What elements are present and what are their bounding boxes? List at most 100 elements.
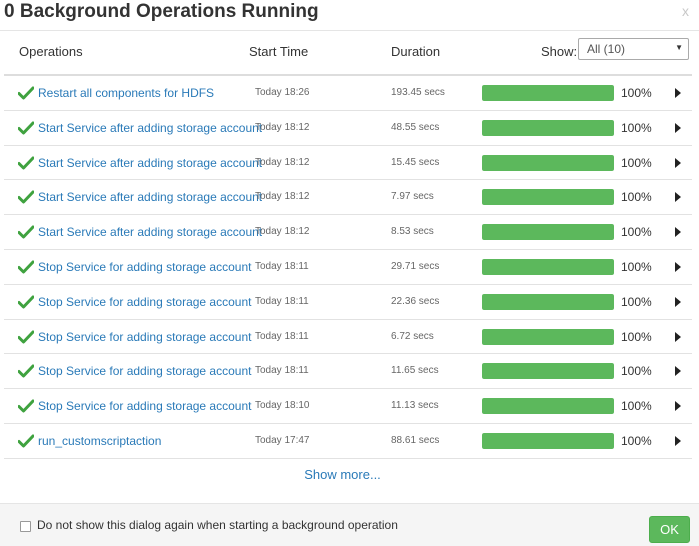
operations-list: Restart all components for HDFS Today 18:…	[4, 76, 692, 459]
operation-start-time: Today 18:12	[255, 156, 310, 168]
operation-duration: 193.45 secs	[391, 87, 445, 98]
expand-arrow-icon[interactable]	[675, 88, 681, 98]
operation-name-link[interactable]: Start Service after adding storage accou…	[38, 225, 262, 239]
progress-percent: 100%	[621, 259, 652, 274]
operation-duration: 11.13 secs	[391, 400, 439, 412]
expand-arrow-icon[interactable]	[675, 331, 681, 342]
operation-start-time: Today 18:12	[255, 226, 310, 238]
progress-bar-fill	[482, 363, 614, 380]
progress-bar	[482, 398, 614, 415]
check-icon	[18, 434, 34, 448]
operation-start-time: Today 18:11	[255, 295, 309, 307]
operation-start-time: Today 18:10	[255, 400, 310, 412]
column-header-operations: Operations	[19, 44, 83, 59]
expand-arrow-icon[interactable]	[675, 435, 681, 446]
operation-name-link[interactable]: Stop Service for adding storage account	[38, 399, 251, 413]
show-filter-value: All (10)	[587, 42, 626, 56]
operation-row: Stop Service for adding storage account T…	[4, 320, 692, 355]
progress-bar-fill	[482, 258, 614, 275]
operation-duration: 48.55 secs	[391, 121, 440, 133]
close-icon[interactable]: x	[682, 2, 689, 20]
expand-arrow-icon[interactable]	[675, 157, 681, 168]
operation-row: Start Service after adding storage accou…	[4, 180, 692, 216]
progress-bar	[482, 432, 614, 449]
check-icon	[18, 364, 34, 378]
progress-bar	[482, 119, 614, 136]
progress-bar-fill	[482, 119, 614, 136]
expand-arrow-icon[interactable]	[675, 401, 681, 412]
operation-name-link[interactable]: run_customscriptaction	[38, 434, 161, 448]
operation-name-link[interactable]: Start Service after adding storage accou…	[38, 190, 262, 204]
operation-name-link[interactable]: Stop Service for adding storage account	[38, 330, 251, 344]
progress-percent: 100%	[621, 225, 652, 240]
operation-duration: 15.45 secs	[391, 156, 440, 168]
progress-bar-fill	[482, 85, 614, 101]
progress-bar	[482, 363, 614, 380]
operation-name-link[interactable]: Stop Service for adding storage account	[38, 364, 251, 378]
operation-name-link[interactable]: Stop Service for adding storage account	[38, 295, 251, 309]
progress-bar-fill	[482, 398, 614, 415]
expand-arrow-icon[interactable]	[675, 192, 681, 203]
operation-start-time: Today 18:11	[255, 260, 309, 272]
progress-bar	[482, 154, 614, 171]
operation-row: Stop Service for adding storage account T…	[4, 354, 692, 390]
operation-duration: 8.53 secs	[391, 226, 434, 238]
operation-row: Start Service after adding storage accou…	[4, 146, 692, 181]
operation-start-time: Today 18:26	[255, 87, 310, 98]
operation-name-link[interactable]: Start Service after adding storage accou…	[38, 156, 262, 170]
ok-button[interactable]: OK	[649, 516, 690, 543]
operation-row: Start Service after adding storage accou…	[4, 111, 692, 146]
expand-arrow-icon[interactable]	[675, 122, 681, 133]
check-icon	[18, 260, 34, 274]
check-icon	[18, 190, 34, 204]
operation-row: Stop Service for adding storage account T…	[4, 250, 692, 285]
operation-name-link[interactable]: Start Service after adding storage accou…	[38, 121, 262, 135]
column-header-start-time: Start Time	[249, 44, 309, 59]
expand-arrow-icon[interactable]	[675, 227, 681, 238]
dialog-footer: Do not show this dialog again when start…	[0, 503, 699, 546]
progress-percent: 100%	[621, 294, 652, 309]
operation-duration: 7.97 secs	[391, 191, 434, 203]
show-more-link[interactable]: Show more...	[0, 467, 685, 482]
chevron-down-icon: ▼	[675, 43, 683, 52]
do-not-show-checkbox[interactable]	[20, 521, 31, 532]
progress-bar	[482, 258, 614, 275]
show-filter-label: Show:	[541, 44, 578, 59]
progress-percent: 100%	[621, 329, 652, 344]
operation-duration: 29.71 secs	[391, 260, 440, 272]
operation-start-time: Today 18:11	[255, 330, 309, 342]
expand-arrow-icon[interactable]	[675, 296, 681, 307]
progress-percent: 100%	[621, 155, 652, 170]
do-not-show-label: Do not show this dialog again when start…	[37, 518, 398, 532]
check-icon	[18, 295, 34, 309]
operation-start-time: Today 18:11	[255, 365, 309, 377]
operation-row: run_customscriptaction Today 17:47 88.61 s…	[4, 424, 692, 459]
title-divider	[0, 30, 699, 31]
operation-start-time: Today 18:12	[255, 121, 310, 133]
check-icon	[18, 330, 34, 344]
expand-arrow-icon[interactable]	[675, 366, 681, 377]
progress-bar-fill	[482, 328, 614, 345]
check-icon	[18, 86, 34, 100]
operation-duration: 6.72 secs	[391, 330, 434, 342]
operation-row: Restart all components for HDFS Today 18:…	[4, 76, 692, 111]
expand-arrow-icon[interactable]	[675, 261, 681, 272]
dialog-title: 0 Background Operations Running	[4, 1, 319, 22]
progress-bar-fill	[482, 432, 614, 449]
operation-duration: 22.36 secs	[391, 295, 440, 307]
column-header-duration: Duration	[391, 44, 441, 59]
progress-bar	[482, 224, 614, 241]
show-filter-select[interactable]: All (10) ▼	[578, 38, 689, 60]
progress-bar	[482, 328, 614, 345]
progress-bar-fill	[482, 189, 614, 206]
progress-bar	[482, 85, 614, 101]
operation-row: Stop Service for adding storage account T…	[4, 389, 692, 424]
operation-name-link[interactable]: Restart all components for HDFS	[38, 86, 214, 100]
progress-percent: 100%	[621, 433, 652, 448]
operation-duration: 88.61 secs	[391, 434, 440, 446]
operations-table-header: Operations Start Time Duration Show: All…	[0, 38, 699, 68]
operation-name-link[interactable]: Stop Service for adding storage account	[38, 260, 251, 274]
progress-bar-fill	[482, 224, 614, 241]
progress-percent: 100%	[621, 399, 652, 414]
progress-bar-fill	[482, 293, 614, 310]
